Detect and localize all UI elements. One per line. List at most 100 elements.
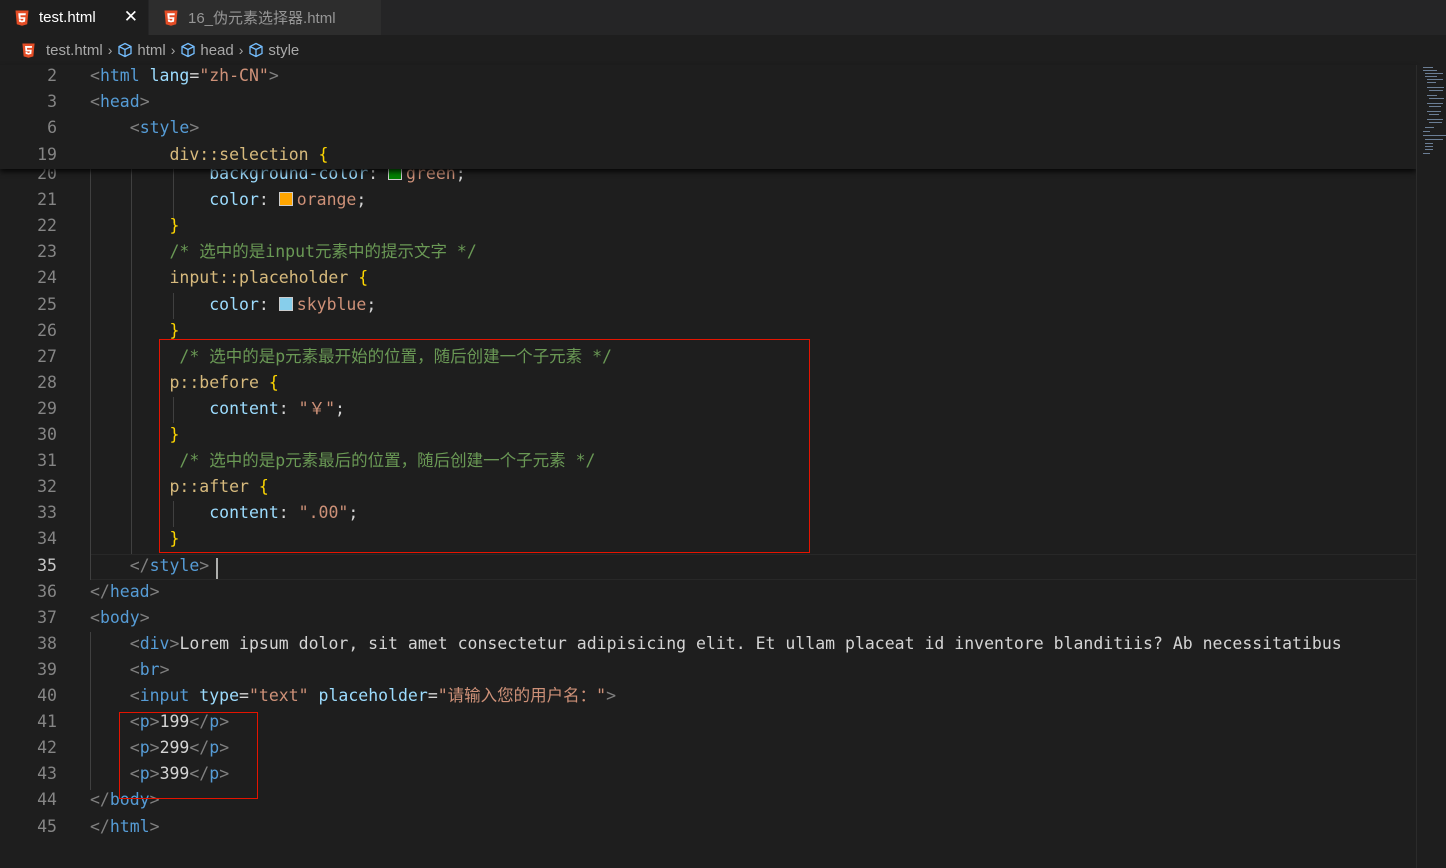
chevron-right-icon: › [107,42,113,58]
chevron-right-icon: › [170,42,176,58]
line-code: } [90,213,179,239]
line-number: 24 [37,268,57,288]
code-line[interactable]: 3 <head> [0,89,1416,115]
code-token: html [109,816,150,836]
line-number: 3 [47,92,57,112]
html5-icon [164,10,178,26]
minimap[interactable] [1416,65,1446,868]
code-token: br [139,659,160,679]
breadcrumb: test.html › html › head › style [0,35,1446,65]
code-token: body [99,607,140,627]
code-token: </ [90,581,110,601]
minimap-line [1427,79,1443,80]
breadcrumb-item-style[interactable]: style [268,42,299,59]
minimap-line [1425,149,1433,150]
minimap-line [1425,76,1437,77]
code-token: > [139,92,150,112]
code-line[interactable]: 6 <style> [0,115,1416,141]
code-token: input::placeholder [169,268,349,288]
tab-close-button[interactable]: ✕ [124,7,138,27]
code-token: > [149,816,160,836]
code-token: input [139,686,190,705]
breadcrumb-item-html[interactable]: html [137,42,165,59]
line-number: 6 [47,118,57,138]
symbol-element-icon [181,42,196,58]
symbol-element-icon [249,42,264,58]
code-token: color [209,190,259,210]
code-token: color [209,294,259,314]
code-line[interactable]: 39 <br> [0,657,1416,683]
line-number: 41 [37,712,57,732]
code-line[interactable]: 25 color: skyblue; [0,292,1416,318]
code-token: > [149,581,160,601]
line-code: <br> [90,657,170,683]
sticky-scroll-header[interactable]: 2 <html lang="zh-CN"> 3 <head> 6 <style> 19 d… [0,65,1416,169]
code-token: = [189,66,200,85]
code-token: html [99,66,140,85]
code-line[interactable]: 35 </style> [0,553,1416,579]
code-token: style [149,555,200,575]
code-token: orange [296,190,357,210]
code-token: } [169,216,180,236]
chevron-right-icon: › [238,42,244,58]
tab-test-html[interactable]: test.html ✕ [0,0,148,35]
code-line[interactable]: 24 input::placeholder { [0,265,1416,291]
code-token: div::selection [169,144,309,164]
minimap-line [1429,106,1441,107]
line-code: /* 选中的是input元素中的提示文字 */ [90,239,476,265]
line-number: 43 [37,764,57,784]
code-token: < [90,92,100,112]
color-swatch-icon[interactable] [278,296,293,311]
code-line[interactable]: 45 </html> [0,814,1416,840]
tab-bar: test.html ✕ 16_伪元素选择器.html [0,0,1446,35]
line-number: 25 [37,294,57,314]
code-token: > [169,633,180,653]
minimap-line [1425,139,1443,140]
text-cursor [216,558,218,579]
line-number: 36 [37,581,57,601]
code-token: "请输入您的用户名：" [437,686,607,705]
code-line[interactable]: 23 /* 选中的是input元素中的提示文字 */ [0,239,1416,265]
tab-16-pseudo-element-selector[interactable]: 16_伪元素选择器.html [149,0,381,35]
breadcrumb-item-head[interactable]: head [200,42,233,59]
code-line[interactable]: 19 div::selection { [0,142,1416,168]
code-token: > [159,659,170,679]
minimap-line [1427,111,1441,112]
code-token: < [90,607,100,627]
code-token: : [258,294,279,314]
code-line[interactable]: 38 <div>Lorem ipsum dolor, sit amet cons… [0,631,1416,657]
color-swatch-icon[interactable] [278,192,293,207]
line-code: </style> [90,553,209,579]
tab-label: 16_伪元素选择器.html [188,10,336,27]
minimap-line [1423,131,1430,132]
code-line[interactable]: 2 <html lang="zh-CN"> [0,63,1416,89]
minimap-line [1429,98,1444,99]
code-line[interactable]: 37 <body> [0,605,1416,631]
line-number: 21 [37,190,57,210]
line-code: </head> [90,579,160,605]
code-line[interactable]: 21 color: orange; [0,187,1416,213]
line-number: 42 [37,738,57,758]
code-token: > [606,686,617,705]
code-line[interactable]: 40 <input type="text" placeholder="请输入您的… [0,683,1416,709]
code-token: { [318,144,329,164]
code-line[interactable]: 36 </head> [0,579,1416,605]
line-number: 28 [37,372,57,392]
breadcrumb-file[interactable]: test.html [46,42,103,59]
code-line[interactable]: 22 } [0,213,1416,239]
line-number: 44 [37,790,57,810]
